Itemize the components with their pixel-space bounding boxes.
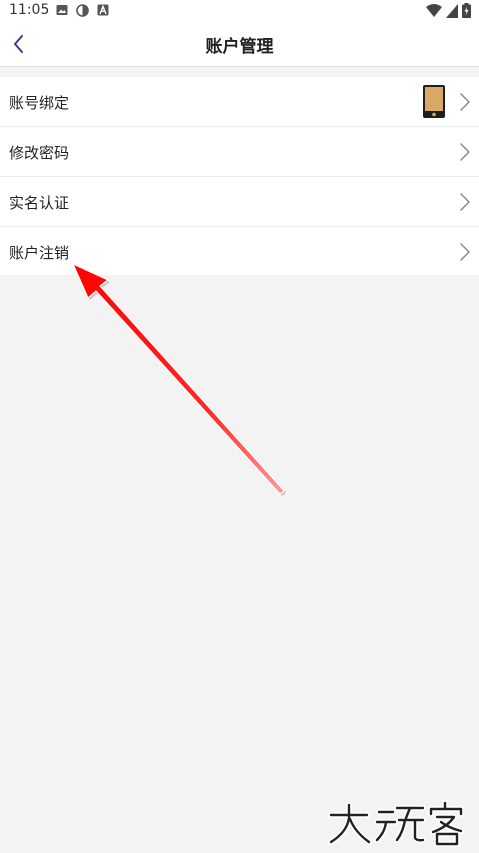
status-time: 11:05 [9, 2, 50, 18]
status-right-icons [426, 3, 471, 18]
wifi-icon [426, 3, 442, 17]
menu-item-label: 修改密码 [9, 144, 70, 162]
menu-item-account-deletion[interactable]: 账户注销 [0, 227, 479, 275]
menu-item-label: 账号绑定 [9, 94, 70, 112]
menu-item-real-name-verification[interactable]: 实名认证 [0, 177, 479, 227]
page-title: 账户管理 [205, 37, 274, 57]
battery-icon [462, 3, 471, 18]
dawanke-watermark-logo [328, 800, 464, 847]
account-menu-list: 账号绑定 修改密码 实名认证 账户注销 [0, 77, 479, 275]
phone-icon [423, 85, 445, 118]
menu-item-account-binding[interactable]: 账号绑定 [0, 77, 479, 127]
menu-item-label: 实名认证 [9, 194, 70, 212]
menu-item-label: 账户注销 [9, 244, 70, 262]
signal-icon [446, 3, 458, 18]
sync-icon [76, 4, 89, 17]
chevron-right-icon [460, 193, 470, 211]
menu-item-change-password[interactable]: 修改密码 [0, 127, 479, 177]
navigation-bar: 账户管理 [0, 22, 479, 67]
watermark [327, 800, 477, 848]
chevron-right-icon [460, 243, 470, 261]
status-bar: 11:05 [0, 0, 479, 22]
a-letter-icon [97, 4, 109, 16]
image-icon [56, 5, 68, 15]
chevron-right-icon [460, 93, 470, 111]
chevron-right-icon [460, 143, 470, 161]
status-left-icons [56, 4, 109, 17]
